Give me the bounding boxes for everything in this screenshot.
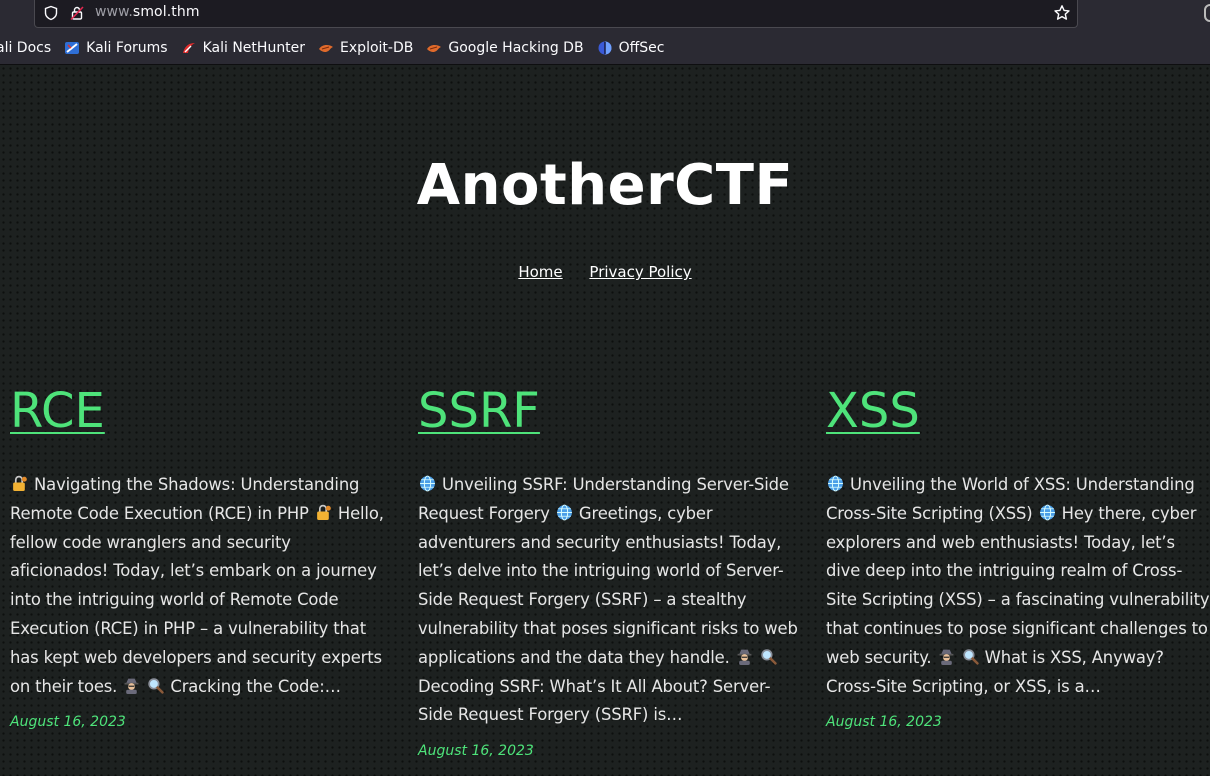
address-bar[interactable]: www.smol.thm	[34, 0, 1078, 28]
post-excerpt: Navigating the Shadows: Understanding Re…	[10, 475, 384, 696]
bookmark-label: Kali NetHunter	[202, 40, 306, 56]
bookmark-offsec[interactable]: OffSec	[597, 40, 665, 56]
post-title-link[interactable]: RCE	[10, 383, 394, 439]
post-title-link[interactable]: SSRF	[418, 383, 802, 439]
bookmark-kali-nethunter[interactable]: Kali NetHunter	[181, 40, 305, 56]
kali-forums-icon	[65, 42, 80, 54]
offsec-icon	[598, 41, 612, 55]
post-date[interactable]: August 16, 2023	[826, 714, 1210, 730]
post-card-xss: XSS Unveiling the World of XSS: Understa…	[826, 383, 1210, 730]
url-domain: smol.thm	[132, 4, 200, 20]
bookmark-label: OffSec	[618, 40, 665, 56]
magnifier-emoji-icon	[148, 677, 165, 694]
post-date[interactable]: August 16, 2023	[10, 714, 394, 730]
bookmark-kali-forums[interactable]: Kali Forums	[64, 40, 168, 56]
url-text[interactable]: www.smol.thm	[95, 4, 200, 20]
bookmark-label: Exploit-DB	[340, 40, 414, 56]
bookmark-label: Google Hacking DB	[448, 40, 584, 56]
site-title[interactable]: AnotherCTF	[0, 153, 1210, 218]
post-title-link[interactable]: XSS	[826, 383, 1210, 439]
bookmark-exploit-db[interactable]: Exploit-DB	[318, 40, 413, 56]
globe-emoji-icon	[828, 475, 843, 492]
globe-emoji-icon	[1039, 504, 1055, 521]
browser-toolbar: www.smol.thm ali Docs Kali Forums Kali N…	[0, 0, 1210, 65]
lock-emoji-icon	[13, 475, 27, 491]
page-content: AnotherCTF Home Privacy Policy RCE Navig…	[0, 65, 1210, 776]
lock-emoji-icon	[316, 504, 331, 520]
url-prefix: www.	[95, 4, 133, 20]
post-card-ssrf: SSRF Unveiling SSRF: Understanding Serve…	[418, 383, 802, 759]
nav-home-link[interactable]: Home	[518, 263, 562, 281]
bookmarks-toolbar: ali Docs Kali Forums Kali NetHunter Expl…	[0, 37, 677, 59]
insecure-lock-icon[interactable]	[69, 5, 85, 21]
post-card-rce: RCE Navigating the Shadows: Understandin…	[10, 383, 394, 730]
ghdb-icon	[427, 44, 442, 52]
post-date[interactable]: August 16, 2023	[418, 743, 802, 759]
extensions-icon[interactable]	[1204, 4, 1210, 22]
detective-emoji-icon	[124, 678, 139, 694]
globe-emoji-icon	[556, 504, 572, 521]
magnifier-emoji-icon	[962, 649, 979, 665]
bookmark-label: Kali Forums	[86, 40, 168, 56]
bookmark-label: ali Docs	[0, 40, 52, 56]
magnifier-emoji-icon	[761, 649, 777, 665]
post-excerpt: Unveiling the World of XSS: Understandin…	[826, 475, 1210, 696]
detective-emoji-icon	[939, 649, 953, 665]
bookmark-kali-docs[interactable]: ali Docs	[0, 40, 51, 56]
bookmark-star-icon[interactable]	[1053, 4, 1071, 22]
primary-navigation: Home Privacy Policy	[0, 263, 1210, 281]
nav-privacy-policy-link[interactable]: Privacy Policy	[589, 263, 691, 281]
exploit-db-icon	[319, 44, 334, 52]
globe-emoji-icon	[420, 475, 435, 492]
shield-icon[interactable]	[43, 5, 59, 21]
bookmark-google-hacking-db[interactable]: Google Hacking DB	[426, 40, 584, 56]
detective-emoji-icon	[737, 649, 752, 665]
nethunter-icon	[182, 43, 195, 53]
post-excerpt: Unveiling SSRF: Understanding Server-Sid…	[418, 475, 798, 725]
